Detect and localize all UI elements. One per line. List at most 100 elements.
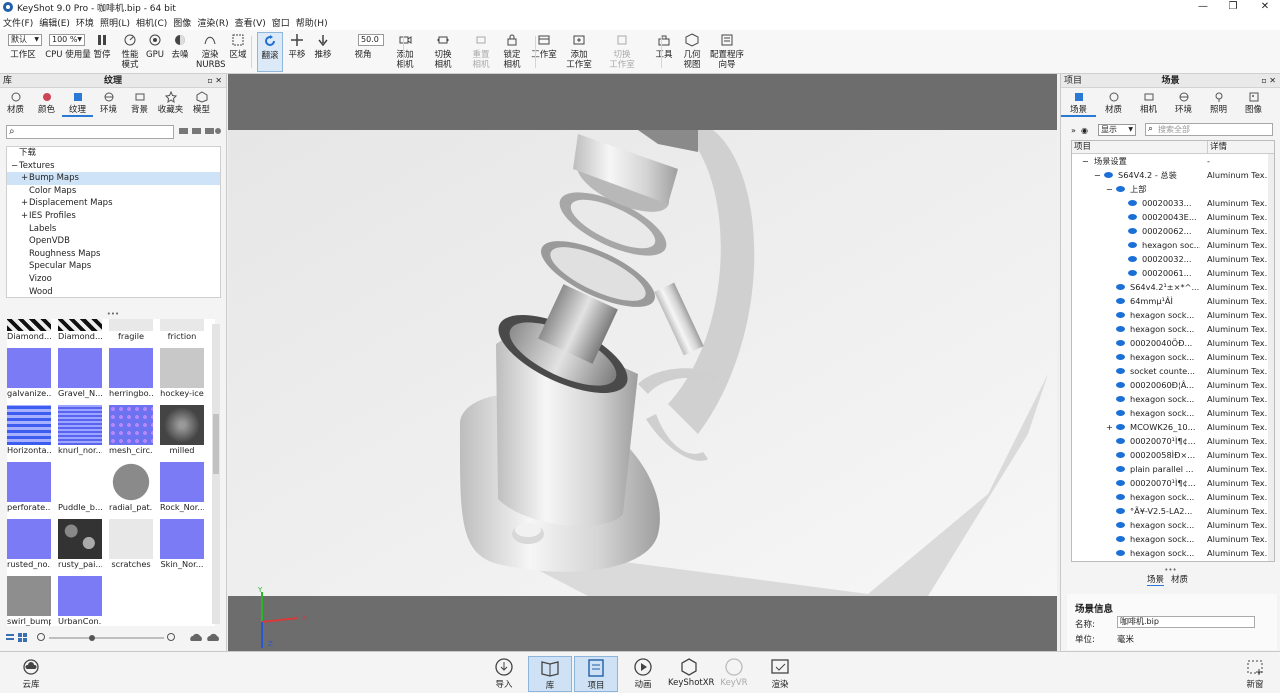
scene-tree-row[interactable]: 00020061... Aluminum Tex...	[1072, 266, 1274, 280]
visibility-eye-icon[interactable]	[1116, 284, 1125, 290]
scene-tree-row[interactable]: − 上部	[1072, 182, 1274, 196]
scene-tree-row[interactable]: plain parallel ... Aluminum Tex...	[1072, 462, 1274, 476]
visibility-eye-icon[interactable]	[1116, 508, 1125, 514]
visibility-eye-icon[interactable]	[1128, 256, 1137, 262]
visibility-eye-icon[interactable]	[1116, 186, 1125, 192]
eye-icon[interactable]: ◉	[1081, 126, 1088, 135]
thumbnail-scrollbar-thumb[interactable]	[213, 414, 219, 474]
scene-tree-row[interactable]: − S64V4.2 - 总装 Aluminum Tex...	[1072, 168, 1274, 182]
scene-tree-row[interactable]: 00020032... Aluminum Tex...	[1072, 252, 1274, 266]
tree-expander[interactable]: −	[1082, 154, 1089, 168]
library-tab-1[interactable]: 颜色	[31, 89, 62, 117]
texture-thumbnail[interactable]: scratches	[109, 519, 153, 570]
toolbar-workspace-button[interactable]: 工作区	[4, 32, 42, 72]
scene-tree-row[interactable]: 00020070¹Ì¶¢... Aluminum Tex...	[1072, 476, 1274, 490]
scene-tree-row[interactable]: 00020058ÌÐ×... Aluminum Tex...	[1072, 448, 1274, 462]
toolbar-wizard-button[interactable]: 配置程序 向导	[706, 32, 748, 72]
texture-thumbnail[interactable]: perforate...	[7, 462, 51, 513]
scene-tree-row[interactable]: − 场景设置 -	[1072, 154, 1274, 168]
scene-tree-row[interactable]: hexagon sock... Aluminum Tex...	[1072, 308, 1274, 322]
scene-tree-row[interactable]: 00020060Ð¦Â... Aluminum Tex...	[1072, 378, 1274, 392]
tree-expander[interactable]: −	[1106, 182, 1113, 196]
scene-tree-row[interactable]: + MCOWK26_10... Aluminum Tex...	[1072, 420, 1274, 434]
tree-expander[interactable]: +	[1106, 420, 1113, 434]
scene-tree-row[interactable]: 64mmµ¹ÂÌ Aluminum Tex...	[1072, 294, 1274, 308]
visibility-eye-icon[interactable]	[1128, 270, 1137, 276]
scene-tree-row[interactable]: hexagon sock... Aluminum Tex...	[1072, 518, 1274, 532]
visibility-eye-icon[interactable]	[1128, 214, 1137, 220]
library-tree-row[interactable]: Roughness Maps	[7, 248, 220, 261]
cloud-upload-icon[interactable]	[188, 632, 222, 644]
bottom-import-button[interactable]: 导入	[486, 656, 522, 692]
scene-tree-row[interactable]: hexagon sock... Aluminum Tex...	[1072, 322, 1274, 336]
library-tab-5[interactable]: 收藏夹	[155, 89, 186, 117]
scene-tree-row[interactable]: 00020040ÖÐ... Aluminum Tex...	[1072, 336, 1274, 350]
texture-thumbnail[interactable]: Puddle_b...	[58, 462, 102, 513]
texture-thumbnail[interactable]: Rock_Nor...	[160, 462, 204, 513]
toolbar-switchstudio-button[interactable]: 切换 工作室	[605, 32, 639, 72]
project-tab-0[interactable]: 场景	[1061, 89, 1096, 117]
library-tab-4[interactable]: 背景	[124, 89, 155, 117]
visibility-eye-icon[interactable]	[1116, 536, 1125, 542]
thumbnail-size-slider[interactable]	[36, 632, 176, 644]
toolbar-dolly-button[interactable]: 推移	[310, 32, 336, 72]
visibility-eye-icon[interactable]	[1116, 396, 1125, 402]
library-tree-row[interactable]: OpenVDB	[7, 235, 220, 248]
library-tab-2[interactable]: 纹理	[62, 89, 93, 117]
thumbnail-scrollbar[interactable]	[212, 324, 220, 624]
menu-item-2[interactable]: 环境	[76, 16, 94, 29]
menu-item-8[interactable]: 窗口	[272, 16, 290, 29]
tree-expander[interactable]: +	[21, 197, 28, 210]
menu-item-6[interactable]: 渲染(R)	[197, 16, 228, 29]
visibility-eye-icon[interactable]	[1104, 172, 1113, 178]
menu-item-7[interactable]: 查看(V)	[235, 16, 266, 29]
scene-tree-row[interactable]: hexagon sock... Aluminum Tex...	[1072, 350, 1274, 364]
library-tree-row[interactable]: Wood	[7, 286, 220, 299]
library-tree-row[interactable]: 下载	[7, 147, 220, 160]
visibility-eye-icon[interactable]	[1116, 368, 1125, 374]
new-window-button[interactable]: 新窗	[1238, 656, 1272, 692]
texture-thumbnail[interactable]: hockey-ice	[160, 348, 204, 399]
toolbar-nurbs-button[interactable]: 渲染 NURBS	[196, 32, 226, 72]
scene-name-field[interactable]: 咖啡机.bip	[1117, 616, 1255, 628]
column-detail-header[interactable]: 详情	[1207, 141, 1227, 154]
scene-tree-row[interactable]: °Ã¥-V2.5-LA2... Aluminum Tex...	[1072, 504, 1274, 518]
visibility-eye-icon[interactable]	[1116, 340, 1125, 346]
project-tab-3[interactable]: 环境	[1166, 89, 1201, 117]
texture-thumbnail[interactable]: Horizonta...	[7, 405, 51, 456]
collapse-toggle-icon[interactable]: »	[1071, 126, 1076, 135]
library-tab-3[interactable]: 环境	[93, 89, 124, 117]
scene-tree-row[interactable]: S64v4.2¹±×*^... Aluminum Tex...	[1072, 280, 1274, 294]
visibility-eye-icon[interactable]	[1128, 228, 1137, 234]
library-panel-buttons[interactable]: ▫ ✕	[207, 74, 222, 88]
toolbar-tools-button[interactable]: 工具	[650, 32, 678, 72]
library-tree-row[interactable]: + Bump Maps	[7, 172, 220, 185]
texture-thumbnail[interactable]: milled	[160, 405, 204, 456]
library-tree-row[interactable]: Specular Maps	[7, 260, 220, 273]
texture-thumbnail[interactable]: friction	[160, 319, 204, 342]
texture-thumbnail[interactable]: Gravel_N...	[58, 348, 102, 399]
bottom-keyvr-button[interactable]: KeyVR	[716, 656, 752, 692]
visibility-eye-icon[interactable]	[1116, 326, 1125, 332]
display-filter-combo[interactable]: 显示 ▼	[1098, 124, 1136, 136]
minimize-button[interactable]: —	[1188, 0, 1218, 14]
visibility-eye-icon[interactable]	[1116, 550, 1125, 556]
toolbar-denoise-button[interactable]: 去噪	[168, 32, 192, 72]
library-tree-row[interactable]: + Displacement Maps	[7, 197, 220, 210]
tree-expander[interactable]: −	[11, 160, 18, 173]
visibility-eye-icon[interactable]	[1116, 298, 1125, 304]
visibility-eye-icon[interactable]	[1116, 522, 1125, 528]
toolbar-gpu-button[interactable]: GPU	[145, 32, 165, 72]
menu-item-0[interactable]: 文件(F)	[3, 16, 33, 29]
texture-thumbnail[interactable]: Diamond...	[7, 319, 51, 342]
project-tab-4[interactable]: 照明	[1201, 89, 1236, 117]
visibility-eye-icon[interactable]	[1116, 452, 1125, 458]
visibility-eye-icon[interactable]	[1116, 438, 1125, 444]
toolbar-tumble-button[interactable]: 翻滚	[257, 32, 283, 72]
project-panel-buttons[interactable]: ▫ ✕	[1261, 74, 1276, 88]
scene-tree-row[interactable]: socket counte... Aluminum Tex...	[1072, 364, 1274, 378]
menu-item-4[interactable]: 相机(C)	[136, 16, 167, 29]
toolbar-geoview-button[interactable]: 几何 视图	[678, 32, 706, 72]
toolbar-region-button[interactable]: 区域	[226, 32, 250, 72]
visibility-eye-icon[interactable]	[1116, 494, 1125, 500]
